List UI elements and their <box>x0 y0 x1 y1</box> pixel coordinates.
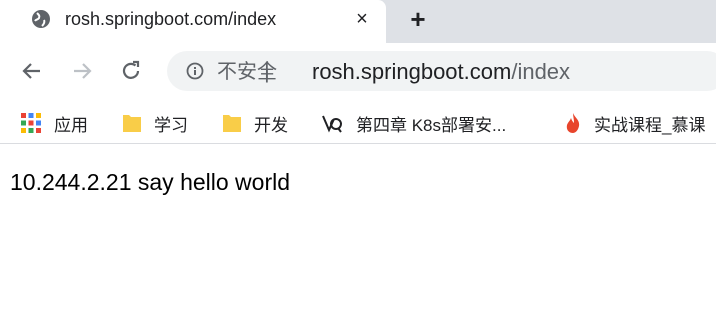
bookmark-label: 学习 <box>154 115 188 135</box>
url-path: /index <box>511 59 571 84</box>
bookmark-apps[interactable]: 应用 <box>20 109 88 137</box>
bookmark-label: 第四章 K8s部署安... <box>356 115 507 135</box>
forward-button[interactable] <box>68 57 96 85</box>
bookmark-folder-study[interactable]: 学习 <box>122 109 188 137</box>
bookmark-folder-dev[interactable]: 开发 <box>222 109 288 137</box>
close-icon[interactable]: × <box>349 6 375 32</box>
bookmark-label: 应用 <box>54 115 88 135</box>
tab-strip: rosh.springboot.com/index × + <box>0 0 716 43</box>
folder-icon <box>223 115 241 132</box>
bookmark-label: 实战课程_慕课 <box>594 115 706 135</box>
active-tab[interactable]: rosh.springboot.com/index × <box>0 0 386 43</box>
bookmark-label: 开发 <box>254 115 288 135</box>
bookmark-site-icon <box>322 115 342 133</box>
url-host: rosh.springboot.com <box>312 59 512 84</box>
new-tab-button[interactable]: + <box>404 5 432 33</box>
url-text[interactable]: rosh.springboot.com/index <box>312 60 570 84</box>
separator: | <box>264 58 270 83</box>
bookmark-course[interactable]: 实战课程_慕课 <box>564 109 705 137</box>
page-body-text: 10.244.2.21 say hello world <box>10 169 291 195</box>
reload-icon <box>122 60 140 79</box>
toolbar: 不安全 | rosh.springboot.com/index <box>0 43 716 103</box>
info-icon[interactable] <box>186 62 204 80</box>
bookmark-k8s-chapter[interactable]: 第四章 K8s部署安... <box>320 109 506 137</box>
back-button[interactable] <box>18 57 46 85</box>
reload-button[interactable] <box>117 57 145 85</box>
address-bar[interactable]: 不安全 | rosh.springboot.com/index <box>167 51 716 91</box>
tab-title: rosh.springboot.com/index <box>65 9 277 29</box>
back-arrow-icon <box>22 63 40 79</box>
flame-icon <box>566 113 580 133</box>
forward-arrow-icon <box>74 63 92 79</box>
folder-icon <box>123 115 141 132</box>
apps-grid-icon <box>21 113 41 133</box>
bookmarks-bar: 应用 学习 开发 第四章 K8s部署安... 实战课程_慕课 <box>0 103 716 144</box>
globe-icon <box>32 10 50 28</box>
